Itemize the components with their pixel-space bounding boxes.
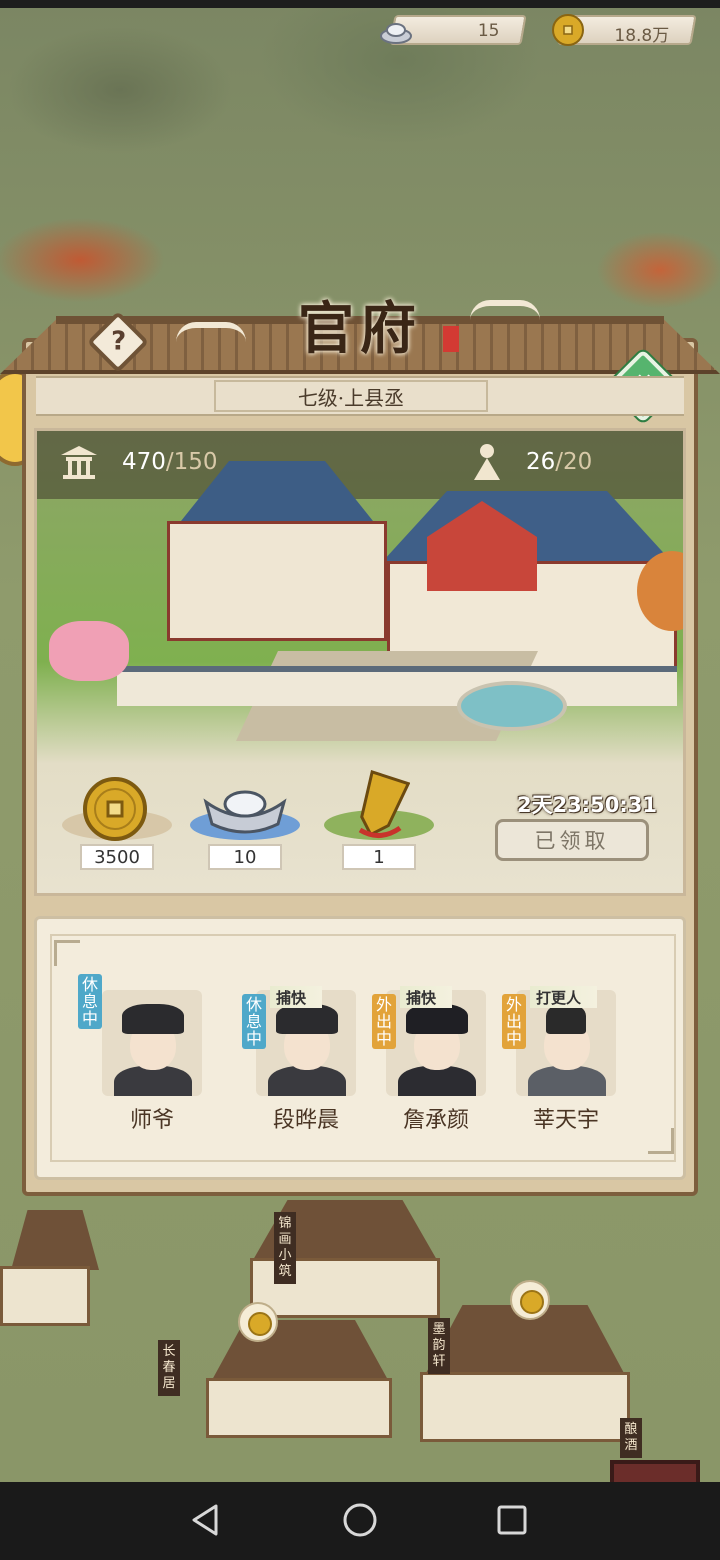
staff-role-tag: 捕快 <box>400 986 453 1008</box>
shop-building[interactable] <box>420 1372 630 1442</box>
staff-count-stat: 26 /20 <box>470 440 592 484</box>
person-icon <box>474 444 500 480</box>
coin-value: 18.8万 <box>614 26 670 46</box>
collect-coin-bubble[interactable] <box>510 1280 550 1320</box>
staff-name: 詹承颜 <box>402 1108 469 1133</box>
prestige-max: /150 <box>165 449 218 475</box>
cloud-ornament-right <box>470 300 540 320</box>
silver-value: 15 <box>478 21 500 41</box>
reward-silver: 10 <box>190 770 300 890</box>
staff-card-advisor[interactable]: 休息中 师爷 <box>78 974 212 1140</box>
reward-token: 1 <box>324 770 434 890</box>
frame-corner-ornament <box>648 1128 674 1154</box>
status-bar <box>0 0 720 8</box>
cloud-ornament-left <box>176 322 246 342</box>
silver-ingot-icon <box>380 23 412 44</box>
shop-sign-jinhua[interactable]: 锦画小筑 <box>274 1212 296 1284</box>
staff-name: 师爷 <box>129 1108 174 1133</box>
panel-title: 官府 <box>298 295 422 362</box>
staff-role-tag: 打更人 <box>530 986 598 1008</box>
back-icon[interactable] <box>186 1500 226 1540</box>
status-tag-out: 外出中 <box>372 994 396 1049</box>
staff-name: 段晔晨 <box>272 1108 339 1133</box>
silver-ingot-icon <box>203 790 287 834</box>
reward-coins-amount: 3500 <box>80 844 154 870</box>
staff-card-zhan[interactable]: 捕快 外出中 詹承颜 <box>372 986 496 1140</box>
frame-corner-ornament <box>54 940 80 966</box>
shop-building[interactable] <box>206 1378 392 1438</box>
reward-coins: 3500 <box>62 770 172 890</box>
status-tag-resting: 休息中 <box>78 974 102 1029</box>
home-icon[interactable] <box>340 1500 380 1540</box>
staff-portrait <box>102 990 202 1096</box>
copper-coin-icon <box>552 14 584 46</box>
panel-title-plaque: 官府 <box>250 284 470 364</box>
status-tag-resting: 休息中 <box>242 994 266 1049</box>
shop-sign-changchun[interactable]: 长春居 <box>158 1340 180 1396</box>
copper-coin-icon <box>83 777 147 841</box>
shop-sign-moyun[interactable]: 墨韵轩 <box>428 1318 450 1374</box>
staff-name: 莘天宇 <box>532 1108 599 1133</box>
shop-sign-niangjiu[interactable]: 酿酒 <box>620 1418 642 1458</box>
rank-title: 七级·上县丞 <box>214 380 488 412</box>
staff-current: 26 <box>526 449 556 475</box>
prestige-current: 470 <box>122 449 166 475</box>
system-navigation-bar <box>0 1482 720 1560</box>
staff-card-xin[interactable]: 打更人 外出中 莘天宇 <box>502 986 626 1140</box>
red-seal <box>443 326 459 352</box>
staff-role-tag: 捕快 <box>270 986 323 1008</box>
prestige-stat: 470 /150 <box>58 440 218 484</box>
status-tag-out: 外出中 <box>502 994 526 1049</box>
staff-max: /20 <box>555 449 593 475</box>
shop-building[interactable] <box>0 1266 90 1326</box>
reward-silver-amount: 10 <box>208 844 282 870</box>
collect-coin-bubble[interactable] <box>238 1302 278 1342</box>
staff-card-duan[interactable]: 捕快 休息中 段晔晨 <box>242 986 366 1140</box>
recent-apps-icon[interactable] <box>492 1500 532 1540</box>
question-icon: ? <box>111 326 127 357</box>
pavilion-icon <box>61 446 97 479</box>
order-token-icon <box>358 770 410 838</box>
reward-timer: 2天23:50:31 <box>516 793 658 817</box>
claim-button[interactable]: 已领取 <box>495 819 649 861</box>
reward-token-amount: 1 <box>342 844 416 870</box>
